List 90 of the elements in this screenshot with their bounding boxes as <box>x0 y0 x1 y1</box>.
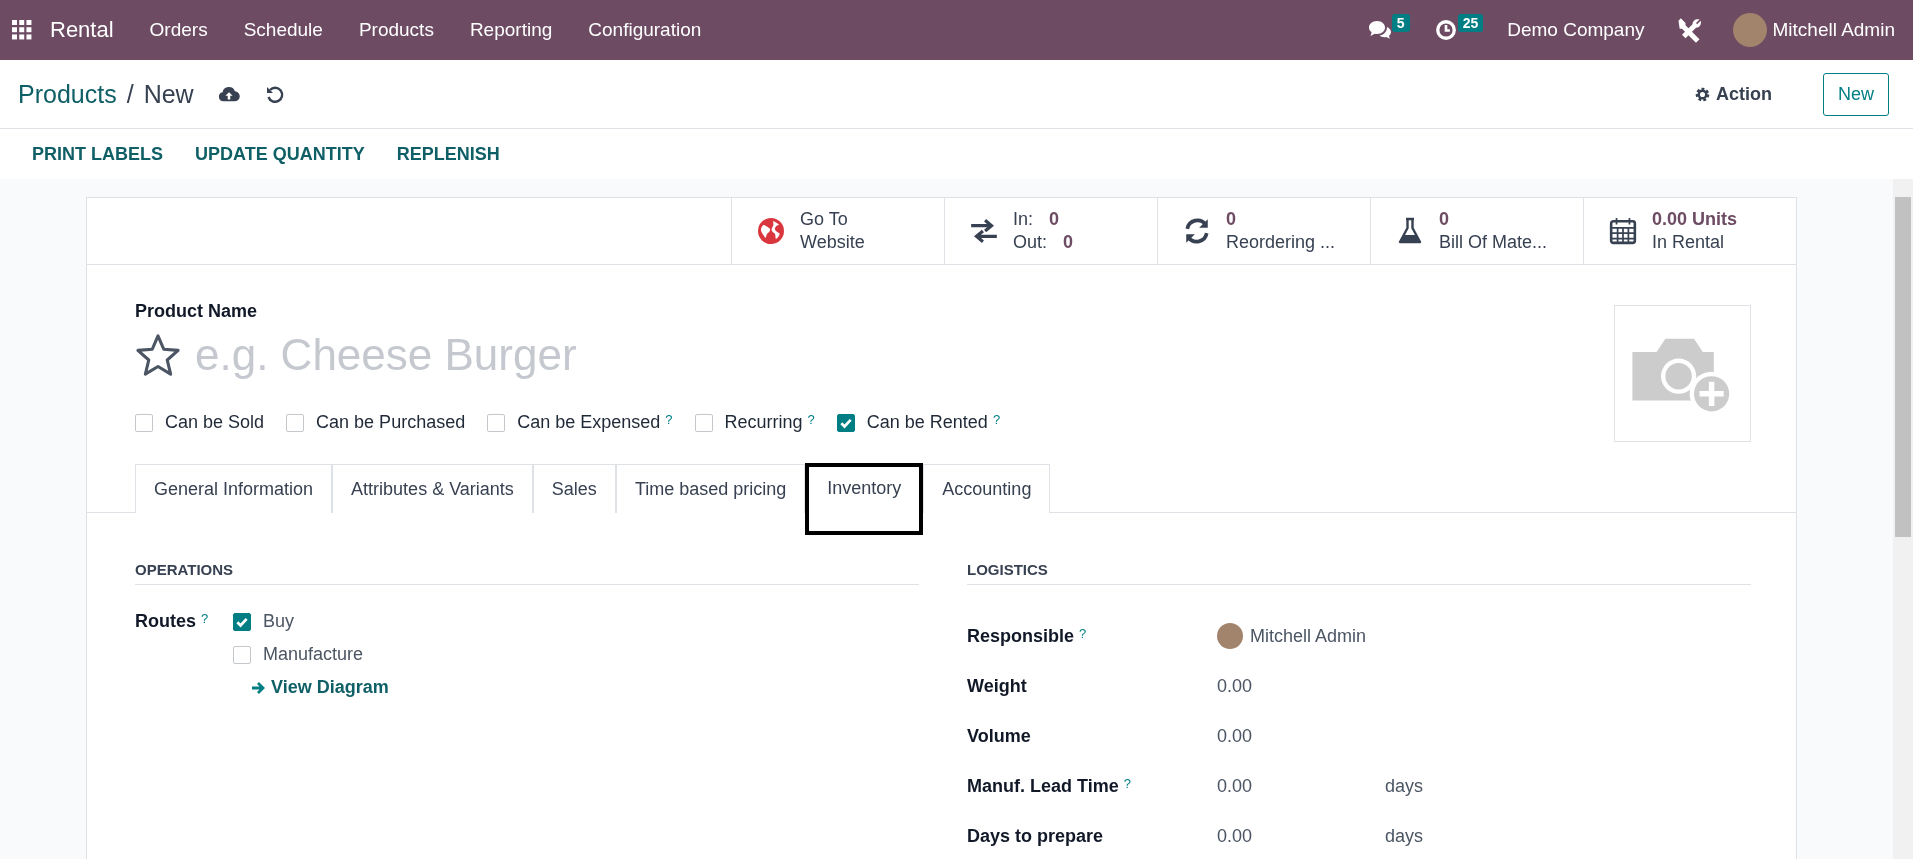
smart-button-value: 0 <box>1063 231 1074 254</box>
tab[interactable]: Accounting <box>923 464 1051 513</box>
arrow-right-icon <box>251 680 267 695</box>
smart-button[interactable]: In: 0 Out: 0 <box>944 198 1157 264</box>
checkbox[interactable] <box>836 413 855 432</box>
menu-item[interactable]: Products <box>358 19 434 41</box>
smart-button-value: 0 <box>1226 208 1236 231</box>
checkbox-label: Can be Expensed <box>517 412 661 433</box>
checkbox-label: Can be Purchased <box>316 412 466 433</box>
scrollbar[interactable] <box>1893 179 1913 859</box>
smart-button[interactable]: 0.00 Units In Rental <box>1583 198 1796 264</box>
company-switcher[interactable]: Demo Company <box>1507 19 1645 41</box>
smart-button-label: Go To <box>800 208 848 231</box>
smart-button-label: In: <box>1013 208 1033 231</box>
message-count-badge: 5 <box>1391 14 1410 32</box>
action-button[interactable]: Action <box>1688 82 1778 106</box>
section-heading: OPERATIONS <box>135 561 919 585</box>
menu-item[interactable]: Reporting <box>469 19 553 41</box>
field-value[interactable]: 0.00 <box>1217 675 1253 697</box>
tab[interactable]: Sales <box>532 464 616 513</box>
new-button[interactable]: New <box>1823 72 1889 116</box>
smart-button-value: 0 <box>1439 208 1449 231</box>
gear-icon <box>1694 85 1711 103</box>
smart-button[interactable]: 0 Reordering ... <box>1157 198 1370 264</box>
app-name[interactable]: Rental <box>50 17 114 43</box>
tab[interactable]: Inventory <box>805 463 924 535</box>
smart-button[interactable]: Go To Website <box>731 198 944 264</box>
view-diagram-link[interactable]: View Diagram <box>251 677 389 698</box>
breadcrumb-current: New <box>143 79 194 109</box>
toolbar-button[interactable]: REPLENISH <box>380 137 516 171</box>
tab[interactable]: Time based pricing <box>615 464 806 513</box>
checkbox-label: Manufacture <box>263 644 364 665</box>
tab[interactable]: General Information <box>135 464 333 513</box>
menu-item[interactable]: Orders <box>149 19 208 41</box>
transfer-arrows-icon <box>969 217 999 245</box>
field-label: Days to prepare <box>967 825 1104 847</box>
menu-item[interactable]: Schedule <box>243 19 323 41</box>
app-menu-icon[interactable] <box>12 20 32 40</box>
breadcrumb-link[interactable]: Products <box>18 79 117 109</box>
smart-button-value: 0 <box>1049 208 1060 231</box>
checkbox[interactable] <box>286 413 305 432</box>
smart-button-label: Bill Of Mate... <box>1439 231 1548 254</box>
activity-count-badge: 25 <box>1457 14 1484 32</box>
checkbox[interactable] <box>135 413 153 432</box>
field-value[interactable]: Mitchell Admin <box>1250 625 1367 647</box>
checkbox-label: Can be Rented <box>866 412 988 433</box>
field-value[interactable]: 0.00 <box>1217 725 1253 747</box>
chat-icon[interactable] <box>1367 19 1392 41</box>
smart-button[interactable]: 0 Bill Of Mate... <box>1370 198 1583 264</box>
user-name[interactable]: Mitchell Admin <box>1772 19 1895 41</box>
cloud-upload-icon[interactable] <box>217 84 240 104</box>
toolbar-button[interactable]: UPDATE QUANTITY <box>179 137 381 171</box>
section-heading: LOGISTICS <box>967 561 1751 585</box>
checkbox[interactable] <box>694 413 713 432</box>
field-label: Responsible <box>967 625 1075 647</box>
field-label: Product Name <box>135 301 259 322</box>
unit-label: days <box>1385 825 1424 847</box>
calendar-icon <box>1608 217 1638 245</box>
user-avatar <box>1217 623 1243 649</box>
field-value[interactable]: 0.00 <box>1217 775 1253 797</box>
help-tooltip[interactable]: ? <box>992 412 1001 427</box>
help-tooltip[interactable]: ? <box>1079 625 1087 641</box>
smart-button-value: 0.00 Units <box>1652 208 1738 231</box>
checkbox-label: Buy <box>263 611 295 632</box>
globe-icon <box>756 217 786 245</box>
checkbox-label: Can be Sold <box>165 412 265 433</box>
star-icon[interactable] <box>135 332 181 378</box>
smart-button-label: Reordering ... <box>1226 231 1336 254</box>
field-label: Weight <box>967 675 1027 697</box>
tab[interactable]: Attributes & Variants <box>332 464 533 513</box>
smart-button-label: In Rental <box>1652 231 1725 254</box>
help-tooltip[interactable]: ? <box>201 611 209 626</box>
unit-label: days <box>1385 775 1424 797</box>
smart-button-label: Out: <box>1013 231 1047 254</box>
help-tooltip[interactable]: ? <box>807 412 815 427</box>
field-label: Manuf. Lead Time <box>967 775 1119 797</box>
help-tooltip[interactable]: ? <box>1123 775 1131 791</box>
field-label: Routes <box>135 611 196 633</box>
field-label: Volume <box>967 725 1031 747</box>
checkbox[interactable] <box>487 413 506 432</box>
toolbar-button[interactable]: PRINT LABELS <box>16 137 179 171</box>
field-value[interactable]: 0.00 <box>1217 825 1253 847</box>
breadcrumb-separator: / <box>126 79 134 109</box>
checkbox-label: Recurring <box>724 412 803 433</box>
checkbox[interactable] <box>233 645 251 664</box>
menu-item[interactable]: Configuration <box>588 19 702 41</box>
checkbox[interactable] <box>233 612 251 631</box>
clock-icon[interactable] <box>1433 19 1458 41</box>
help-tooltip[interactable]: ? <box>665 412 673 427</box>
smart-button-label: Website <box>800 231 865 254</box>
